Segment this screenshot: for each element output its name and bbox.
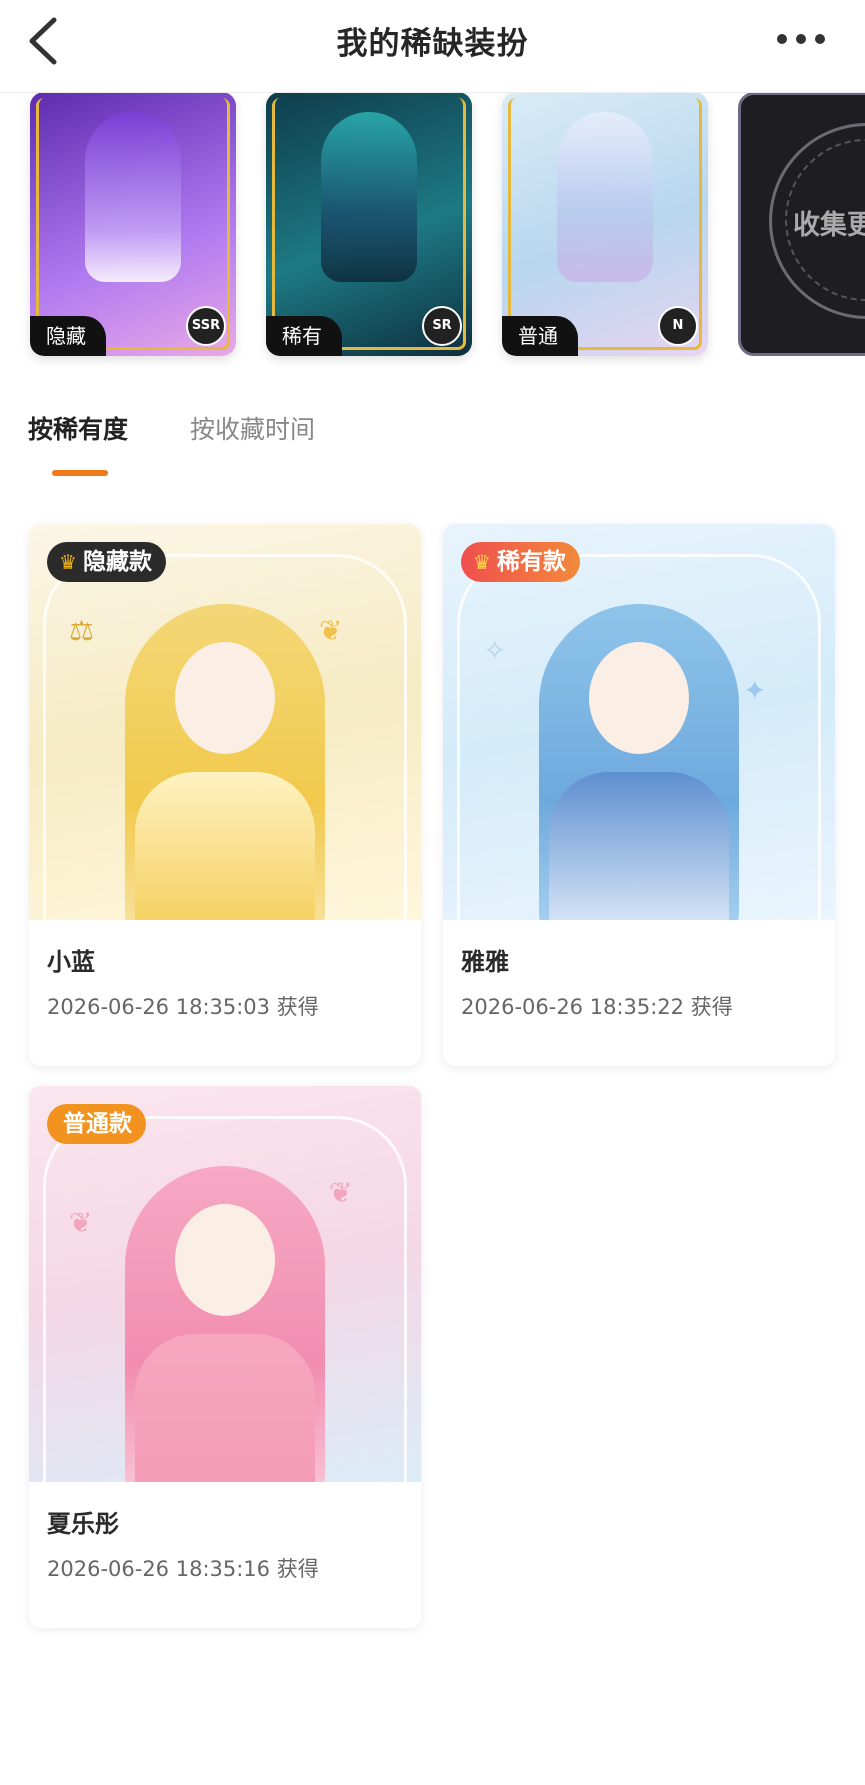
- butterfly-icon: ❦: [69, 1206, 93, 1239]
- rarity-badge: ♛ 隐藏款: [47, 542, 166, 582]
- tab-by-rarity[interactable]: 按稀有度: [28, 410, 128, 446]
- showcase-card-normal[interactable]: 普通 N: [502, 92, 708, 356]
- item-name: 雅雅: [461, 948, 509, 976]
- rarity-label: 普通: [502, 316, 578, 356]
- rarity-badge: 普通款: [47, 1104, 146, 1144]
- card-artwork: ❦ ❦: [29, 1086, 421, 1482]
- rarity-label: 稀有: [266, 316, 342, 356]
- rarity-badge: ♛ 稀有款: [461, 542, 580, 582]
- crown-icon: ♛: [59, 550, 77, 574]
- grade-badge: SR: [422, 306, 462, 346]
- showcase-card-rare[interactable]: 稀有 SR: [266, 92, 472, 356]
- card-artwork: ✦ ✧: [443, 524, 835, 920]
- showcase-carousel[interactable]: 隐藏 SSR 稀有 SR 普通 N 收集更: [0, 92, 865, 372]
- top-bar: 我的稀缺装扮: [0, 0, 865, 93]
- active-tab-indicator: [52, 470, 108, 476]
- tab-by-collect-time[interactable]: 按收藏时间: [190, 410, 315, 446]
- grade-badge: SSR: [186, 306, 226, 346]
- star-icon: ✧: [483, 634, 507, 667]
- showcase-card-hidden[interactable]: 隐藏 SSR: [30, 92, 236, 356]
- rarity-label: 隐藏: [30, 316, 106, 356]
- page-title: 我的稀缺装扮: [336, 26, 529, 62]
- more-button[interactable]: [777, 34, 825, 44]
- character-art: [557, 112, 653, 282]
- collection-card[interactable]: ❦ ⚖ ♛ 隐藏款 小蓝 2026-06-26 18:35:03 获得: [29, 524, 421, 1066]
- collect-more-card[interactable]: 收集更: [738, 92, 865, 356]
- item-name: 小蓝: [47, 948, 95, 976]
- collection-card[interactable]: ❦ ❦ 普通款 夏乐彤 2026-06-26 18:35:16 获得: [29, 1086, 421, 1628]
- character-art: [321, 112, 417, 282]
- card-artwork: ❦ ⚖: [29, 524, 421, 920]
- butterfly-icon: ❦: [329, 1176, 353, 1209]
- crown-icon: ♛: [473, 550, 491, 574]
- acquired-time: 2026-06-26 18:35:03 获得: [47, 995, 319, 1019]
- collect-more-label: 收集更: [793, 210, 865, 241]
- character-art: [85, 112, 181, 282]
- star-icon: ✦: [743, 674, 767, 707]
- acquired-time: 2026-06-26 18:35:22 获得: [461, 995, 733, 1019]
- butterfly-icon: ❦: [319, 614, 343, 647]
- more-horizontal-icon: [777, 34, 787, 44]
- acquired-time: 2026-06-26 18:35:16 获得: [47, 1557, 319, 1581]
- grade-badge: N: [658, 306, 698, 346]
- scales-icon: ⚖: [69, 614, 95, 647]
- item-name: 夏乐彤: [47, 1510, 119, 1538]
- collection-card[interactable]: ✦ ✧ ♛ 稀有款 雅雅 2026-06-26 18:35:22 获得: [443, 524, 835, 1066]
